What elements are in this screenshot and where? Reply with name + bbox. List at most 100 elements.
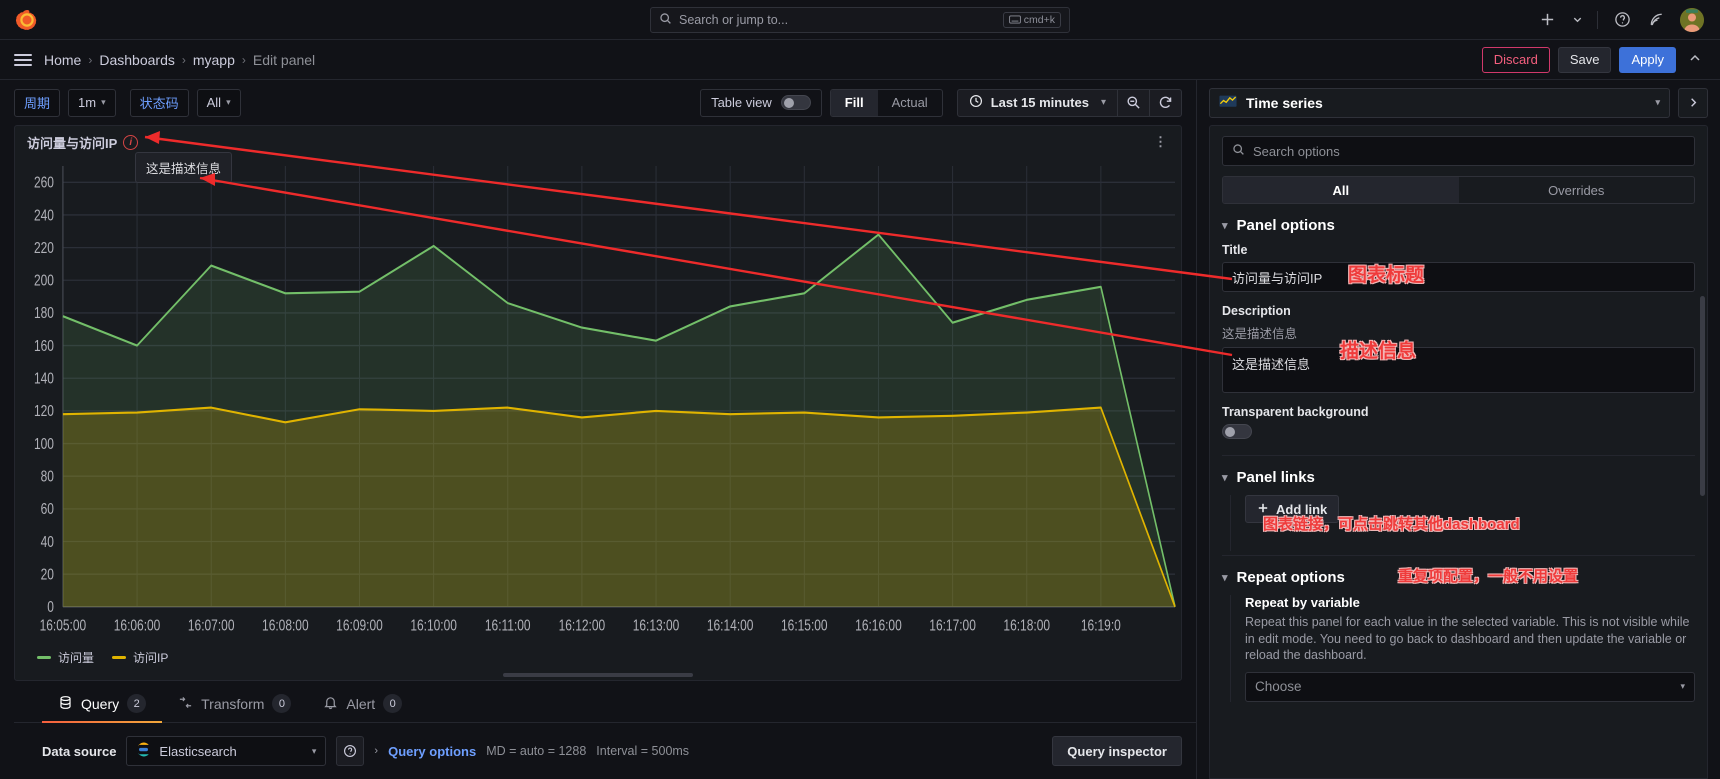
bell-icon <box>323 695 338 713</box>
fill-actual-segmented-control[interactable]: Fill Actual <box>830 89 943 117</box>
svg-text:160: 160 <box>34 336 54 354</box>
breadcrumb-item-home[interactable]: Home <box>44 52 81 68</box>
repeat-variable-placeholder: Choose <box>1255 679 1302 694</box>
description-textarea[interactable]: 这是描述信息 <box>1222 347 1695 393</box>
search-icon <box>659 12 672 28</box>
zoom-out-icon[interactable] <box>1118 89 1150 117</box>
svg-text:16:09:00: 16:09:00 <box>336 616 383 634</box>
transform-icon <box>178 695 193 713</box>
apply-button[interactable]: Apply <box>1619 47 1676 73</box>
repeat-variable-select[interactable]: Choose ▾ <box>1245 672 1695 702</box>
svg-text:16:12:00: 16:12:00 <box>559 616 606 634</box>
legend-item-ip[interactable]: 访问IP <box>112 649 168 666</box>
data-source-select[interactable]: Elasticsearch ▾ <box>126 736 326 766</box>
variable-period-label[interactable]: 周期 <box>14 89 60 117</box>
chart-legend: 访问量 访问IP <box>15 644 1181 670</box>
repeat-by-variable-description: Repeat this panel for each value in the … <box>1245 614 1695 664</box>
variable-status-name: 状态码 <box>140 93 179 112</box>
discard-button[interactable]: Discard <box>1482 47 1550 73</box>
table-view-switch[interactable] <box>781 95 811 110</box>
svg-text:60: 60 <box>41 499 54 517</box>
description-label: Description <box>1222 304 1695 318</box>
search-placeholder-text: Search or jump to... <box>679 13 788 27</box>
variable-status-select[interactable]: All ▾ <box>197 89 241 117</box>
query-options-group: › Query options MD = auto = 1288 Interva… <box>374 744 689 759</box>
tab-transform[interactable]: Transform 0 <box>162 694 307 722</box>
field-title: Title 访问量与访问IP <box>1222 243 1695 304</box>
tab-alert-count: 0 <box>383 694 402 713</box>
section-panel-links[interactable]: ▾ Panel links <box>1222 456 1695 495</box>
chevron-up-icon[interactable] <box>1684 51 1706 68</box>
panel-menu-icon[interactable]: ⋮ <box>1149 134 1173 150</box>
section-panel-options[interactable]: ▾ Panel options <box>1222 204 1695 243</box>
transparent-background-toggle[interactable] <box>1222 424 1252 439</box>
time-range-picker[interactable]: Last 15 minutes ▾ <box>957 89 1118 117</box>
refresh-icon[interactable] <box>1150 89 1182 117</box>
options-sidebar: Time series ▾ Search options All Overrid… <box>1196 80 1720 779</box>
shortcut-text: cmd+k <box>1024 14 1055 26</box>
hamburger-menu-icon[interactable] <box>14 54 32 66</box>
variable-period-select[interactable]: 1m ▾ <box>68 89 116 117</box>
tab-query-label: Query <box>81 696 119 712</box>
search-options-input[interactable]: Search options <box>1222 136 1695 166</box>
field-transparent-background: Transparent background <box>1222 405 1695 451</box>
chart-area: 02040608010012014016018020022024026016:0… <box>15 158 1181 644</box>
help-circle-icon[interactable] <box>336 736 364 766</box>
title-annotation: 图表标题 <box>1348 260 1424 287</box>
tab-alert[interactable]: Alert 0 <box>307 694 418 722</box>
filter-tab-all[interactable]: All <box>1223 177 1459 203</box>
chevron-down-icon: ▾ <box>1222 219 1228 232</box>
legend-item-visits[interactable]: 访问量 <box>37 649 94 666</box>
fill-option[interactable]: Fill <box>831 90 878 116</box>
breadcrumb-item-myapp[interactable]: myapp <box>193 52 235 68</box>
svg-text:16:08:00: 16:08:00 <box>262 616 309 634</box>
chevron-down-icon: ▾ <box>1680 681 1685 692</box>
grafana-logo-icon[interactable] <box>14 7 40 33</box>
chevron-right-icon[interactable] <box>1678 88 1708 118</box>
filter-tab-overrides[interactable]: Overrides <box>1459 177 1695 203</box>
svg-text:40: 40 <box>41 532 54 550</box>
actual-option[interactable]: Actual <box>878 90 942 116</box>
options-filter-tabs[interactable]: All Overrides <box>1222 176 1695 204</box>
svg-text:260: 260 <box>34 173 54 191</box>
visualization-name: Time series <box>1246 95 1323 111</box>
help-circle-icon[interactable] <box>1612 10 1632 30</box>
data-source-label: Data source <box>42 744 116 759</box>
svg-text:0: 0 <box>47 597 54 615</box>
editor-tabs: Query 2 Transform 0 <box>14 681 1196 723</box>
save-button[interactable]: Save <box>1558 47 1612 73</box>
table-view-toggle[interactable]: Table view <box>700 89 822 117</box>
transparent-background-label: Transparent background <box>1222 405 1695 419</box>
time-series-icon <box>1219 93 1237 112</box>
query-options-link[interactable]: Query options <box>388 744 476 759</box>
query-md-info: MD = auto = 1288 <box>486 744 586 758</box>
plus-icon[interactable] <box>1537 10 1557 30</box>
title-input[interactable]: 访问量与访问IP <box>1222 262 1695 292</box>
title-label: Title <box>1222 243 1695 257</box>
elasticsearch-icon <box>136 742 151 760</box>
avatar[interactable] <box>1680 8 1704 32</box>
chevron-right-icon[interactable]: › <box>374 745 378 757</box>
edit-panel-actions: Discard Save Apply <box>1482 47 1706 73</box>
time-series-chart[interactable]: 02040608010012014016018020022024026016:0… <box>15 158 1181 644</box>
visualization-picker[interactable]: Time series ▾ <box>1209 88 1670 118</box>
field-description: Description 这是描述信息 这是描述信息 <box>1222 304 1695 405</box>
query-inspector-button[interactable]: Query inspector <box>1052 736 1182 766</box>
chevron-down-icon[interactable] <box>1571 10 1583 30</box>
top-navigation-bar: Search or jump to... cmd+k <box>0 0 1720 40</box>
variable-status-label[interactable]: 状态码 <box>130 89 189 117</box>
rss-icon[interactable] <box>1646 10 1666 30</box>
global-search-input[interactable]: Search or jump to... cmd+k <box>650 7 1070 33</box>
svg-text:100: 100 <box>34 434 54 452</box>
horizontal-scrollbar[interactable] <box>15 670 1181 680</box>
tab-alert-label: Alert <box>346 696 375 712</box>
tab-transform-label: Transform <box>201 696 264 712</box>
clock-icon <box>969 94 983 111</box>
chevron-down-icon: ▾ <box>1222 571 1228 584</box>
svg-text:16:11:00: 16:11:00 <box>485 616 531 634</box>
info-circle-icon[interactable]: i <box>123 135 138 150</box>
options-scrollbar[interactable] <box>1700 296 1705 496</box>
tab-query[interactable]: Query 2 <box>42 694 162 722</box>
breadcrumb-item-dashboards[interactable]: Dashboards <box>99 52 175 68</box>
description-tooltip: 这是描述信息 <box>135 152 232 183</box>
